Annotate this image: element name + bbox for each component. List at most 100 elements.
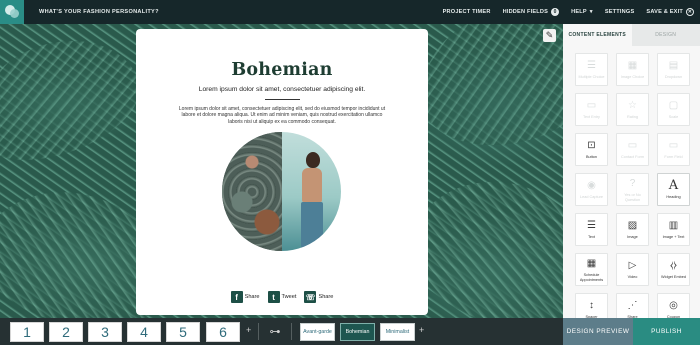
close-icon: ✕	[686, 8, 694, 16]
element-tile[interactable]: ▦ Schedule Appointments	[575, 253, 608, 286]
share-label: Tweet	[281, 294, 297, 300]
share-icon: ⋰	[627, 299, 638, 311]
element-tile[interactable]: ◎ Coupon	[657, 293, 690, 318]
element-tile[interactable]: ☰ Text	[575, 213, 608, 246]
element-tile[interactable]: ⋰ Share	[616, 293, 649, 318]
result-description[interactable]: Lorem ipsum dolor sit amet, consectetuer…	[178, 106, 386, 125]
hidden-fields-button[interactable]: HIDDEN FIELDS 0	[497, 8, 566, 16]
save-exit-button[interactable]: SAVE & EXIT ✕	[640, 8, 700, 16]
logic-flow-icon[interactable]: ⊶	[266, 323, 284, 340]
page-button-6[interactable]: 6	[206, 322, 240, 342]
result-tab-minimalist[interactable]: Minimalist	[380, 323, 415, 341]
facebook-icon: f	[230, 291, 243, 303]
person-torso	[302, 168, 322, 202]
element-tile[interactable]: ▢ Scale	[657, 93, 690, 126]
element-tile-label: Image Choice	[620, 75, 645, 80]
publish-button[interactable]: PUBLISH	[633, 318, 700, 345]
calendar-icon: ▦	[586, 257, 597, 269]
element-tile[interactable]: ☰ Multiple Choice	[575, 53, 608, 86]
share-buttons: f Share t Tweet ☏ Share	[136, 291, 428, 303]
element-tile[interactable]: ↕ Spacer	[575, 293, 608, 318]
element-tile-label: Form Field	[664, 155, 683, 160]
share-button[interactable]: f Share	[230, 291, 260, 303]
leaf-background	[0, 24, 154, 180]
page-button-2[interactable]: 2	[49, 322, 83, 342]
save-exit-label: SAVE & EXIT	[646, 9, 683, 15]
element-tile[interactable]: ☆ Rating	[616, 93, 649, 126]
element-tile[interactable]: ? Yes or No Question	[616, 173, 649, 206]
eye-icon: ◉	[587, 179, 596, 191]
element-tile[interactable]: ▥ Image + Text	[657, 213, 690, 246]
help-menu[interactable]: HELP ▾	[565, 9, 599, 15]
settings-button[interactable]: SETTINGS	[599, 9, 641, 15]
yes-no-icon: ?	[629, 177, 636, 189]
element-tile-label: Widget Embed	[661, 275, 686, 280]
contact-form-icon: ▭	[627, 139, 638, 151]
element-tile-label: Rating	[627, 115, 638, 120]
element-tile-label: Text	[588, 235, 595, 240]
result-card[interactable]: Bohemian Lorem ipsum dolor sit amet, con…	[136, 29, 428, 315]
leaf-background	[410, 24, 563, 158]
design-preview-button[interactable]: DESIGN PREVIEW	[563, 318, 633, 345]
share-button[interactable]: t Tweet	[267, 291, 297, 303]
element-tile[interactable]: ▷ Video	[616, 253, 649, 286]
page-button-5[interactable]: 5	[166, 322, 200, 342]
element-tile[interactable]: ▤ Dropdown	[657, 53, 690, 86]
image-right-half	[282, 132, 341, 251]
result-subtitle[interactable]: Lorem ipsum dolor sit amet, consectetuer…	[136, 86, 428, 93]
scale-icon: ▢	[668, 99, 679, 111]
element-tile-label: Multiple Choice	[578, 75, 605, 80]
page-button-1[interactable]: 1	[10, 322, 44, 342]
app-logo[interactable]	[0, 0, 24, 24]
element-tile-label: Schedule Appointments	[579, 273, 604, 282]
element-tile-label: Scale	[668, 115, 679, 120]
top-nav: PROJECT TIMER HIDDEN FIELDS 0 HELP ▾ SET…	[437, 0, 700, 24]
add-result-button[interactable]: +	[419, 325, 424, 335]
element-tile[interactable]: ▭ Text Entry	[575, 93, 608, 126]
image-choice-icon: ▦	[627, 59, 638, 71]
top-bar: WHAT'S YOUR FASHION PERSONALITY? PROJECT…	[0, 0, 700, 24]
tab-design[interactable]: DESIGN	[631, 24, 700, 46]
twitter-icon: t	[267, 291, 280, 303]
result-tab-avant-garde[interactable]: Avant-garde	[300, 323, 335, 341]
rating-icon: ☆	[628, 99, 637, 111]
tab-content-elements[interactable]: CONTENT ELEMENTS	[563, 24, 632, 46]
element-tile[interactable]: ▦ Image Choice	[616, 53, 649, 86]
elements-panel: CONTENT ELEMENTS DESIGN ☰ Multiple Choice…	[563, 24, 700, 318]
element-grid: ☰ Multiple Choice ▦ Image Choice ▤ Dropdown ▭ T…	[575, 53, 691, 318]
element-tile[interactable]: ▨ Image	[616, 213, 649, 246]
result-tab-bohemian[interactable]: Bohemian	[340, 323, 375, 341]
text-icon: ☰	[587, 219, 596, 231]
help-label: HELP	[571, 9, 587, 15]
element-tile[interactable]: ⊡ Button	[575, 133, 608, 166]
person-figure	[298, 152, 326, 251]
element-tile[interactable]: ▭ Contact Form	[616, 133, 649, 166]
element-tile[interactable]: A Heading	[657, 173, 690, 206]
text-entry-icon: ▭	[586, 99, 597, 111]
add-page-button[interactable]: +	[246, 325, 251, 335]
editor-canvas: ✎ Bohemian Lorem ipsum dolor sit amet, c…	[0, 24, 563, 318]
element-tile[interactable]: ◉ Lead Capture	[575, 173, 608, 206]
element-tile-label: Image	[627, 235, 638, 240]
paintbrush-icon[interactable]: ✎	[543, 29, 556, 42]
element-tile[interactable]: ▭ Form Field	[657, 133, 690, 166]
form-field-icon: ▭	[668, 139, 679, 151]
video-icon: ▷	[628, 259, 637, 271]
element-tile-label: Image + Text	[662, 235, 685, 240]
divider	[291, 323, 292, 340]
result-image[interactable]	[222, 132, 341, 251]
button-icon: ⊡	[587, 139, 596, 151]
quiz-title[interactable]: WHAT'S YOUR FASHION PERSONALITY?	[39, 9, 159, 15]
embed-icon: ⧼⧽	[670, 259, 677, 271]
share-button[interactable]: ☏ Share	[304, 291, 333, 303]
hidden-fields-label: HIDDEN FIELDS	[502, 9, 549, 15]
person-pants	[301, 202, 323, 251]
result-title[interactable]: Bohemian	[136, 60, 428, 80]
element-tile-label: Video	[627, 275, 638, 280]
page-button-4[interactable]: 4	[127, 322, 161, 342]
page-button-3[interactable]: 3	[88, 322, 122, 342]
image-left-half	[222, 132, 282, 251]
project-timer-button[interactable]: PROJECT TIMER	[437, 9, 497, 15]
element-tile[interactable]: ⧼⧽ Widget Embed	[657, 253, 690, 286]
hidden-fields-count-badge: 0	[551, 8, 560, 16]
